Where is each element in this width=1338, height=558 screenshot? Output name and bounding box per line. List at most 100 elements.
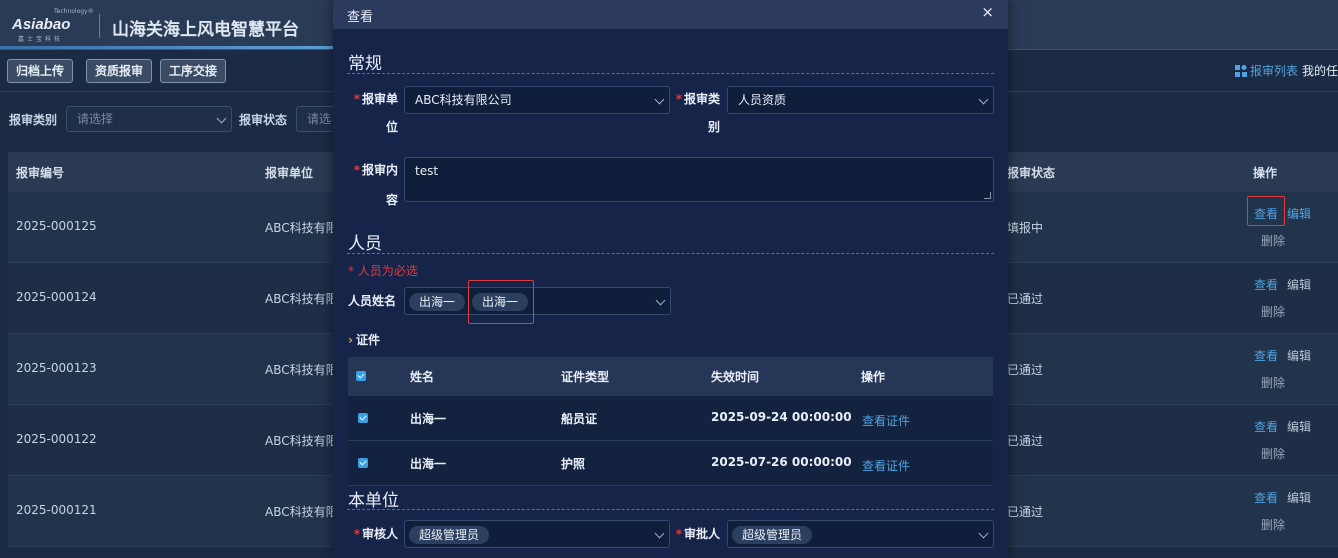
row-unit: ABC科技有限 [265, 292, 338, 306]
resize-handle-icon[interactable] [984, 192, 991, 199]
personnel-required-message: * 人员为必选 [348, 264, 418, 278]
select-all-checkbox[interactable] [356, 371, 366, 381]
row-unit: ABC科技有限 [265, 505, 338, 519]
approver-label: * 审批人 [675, 527, 720, 541]
dialog-title: 查看 [347, 10, 374, 25]
report-list-link[interactable]: 报审列表 [1250, 64, 1298, 78]
row-status: 已通过 [1007, 363, 1044, 377]
section-unit-title: 本单位 [348, 491, 399, 511]
row-id: 2025-000124 [16, 290, 97, 304]
approver-select[interactable]: 超级管理员 [727, 520, 994, 548]
category-filter-placeholder: 请选择 [77, 112, 114, 126]
chevron-down-icon [978, 528, 989, 539]
delete-button[interactable]: 删除 [1261, 516, 1285, 533]
report-unit-label-wrap: 位 [385, 120, 398, 134]
row-id: 2025-000125 [16, 219, 97, 233]
row-unit: ABC科技有限 [265, 363, 338, 377]
row-unit: ABC科技有限 [265, 221, 338, 235]
highlight-box [1247, 196, 1285, 226]
row-unit: ABC科技有限 [265, 434, 338, 448]
edit-button[interactable]: 编辑 [1287, 205, 1311, 222]
approver-tag[interactable]: 超级管理员 [732, 526, 813, 544]
logo-divider [99, 14, 100, 38]
logo-text: Asiabao [12, 16, 71, 33]
edit-button[interactable]: 编辑 [1287, 347, 1311, 364]
report-content-textarea[interactable]: test [404, 157, 994, 202]
my-tasks-link[interactable]: 我的任 [1302, 64, 1338, 78]
archive-upload-button[interactable]: 归档上传 [7, 59, 74, 83]
report-content-value: test [415, 164, 439, 178]
report-unit-value: ABC科技有限公司 [415, 93, 512, 107]
report-category-label-wrap: 别 [707, 120, 720, 134]
reviewer-tag[interactable]: 超级管理员 [409, 526, 490, 544]
reviewer-label: * 审核人 [353, 527, 398, 541]
delete-button[interactable]: 删除 [1261, 232, 1285, 249]
personnel-name-label: 人员姓名 [348, 294, 397, 308]
view-certificate-link[interactable]: 查看证件 [862, 412, 910, 429]
highlight-box [468, 280, 534, 324]
view-certificate-link[interactable]: 查看证件 [862, 457, 910, 474]
report-content-label: * 报审内 [353, 163, 398, 177]
row-checkbox[interactable] [358, 413, 368, 423]
chevron-down-icon [654, 94, 665, 105]
personnel-multiselect[interactable]: 出海一 出海一 [404, 287, 671, 315]
chevron-down-icon [216, 113, 227, 124]
app-title: 山海关海上风电智慧平台 [112, 20, 299, 40]
row-status: 填报中 [1007, 221, 1044, 235]
view-button[interactable]: 查看 [1254, 276, 1278, 293]
header-report-status: 报审状态 [1007, 166, 1056, 180]
edit-button[interactable]: 编辑 [1287, 418, 1311, 435]
cert-name: 出海一 [410, 412, 447, 426]
edit-button[interactable]: 编辑 [1287, 276, 1311, 293]
section-personnel-title: 人员 [348, 234, 382, 254]
section-divider [347, 509, 994, 510]
qualification-report-button[interactable]: 资质报审 [86, 59, 153, 83]
report-category-select[interactable]: 人员资质 [727, 86, 994, 114]
header-cert-actions: 操作 [861, 370, 886, 384]
logo-subtext: 嘉士宝科技 [18, 36, 64, 43]
row-id: 2025-000123 [16, 361, 97, 375]
cert-type: 护照 [561, 457, 586, 471]
status-filter-placeholder: 请选 [307, 112, 332, 126]
dialog-header: 查看 × [333, 0, 1008, 29]
view-button[interactable]: 查看 [1254, 347, 1278, 364]
cert-type: 船员证 [561, 412, 598, 426]
row-status: 已通过 [1007, 505, 1044, 519]
row-id: 2025-000121 [16, 503, 97, 517]
section-divider [347, 73, 994, 74]
view-button[interactable]: 查看 [1254, 418, 1278, 435]
section-general-title: 常规 [348, 54, 382, 74]
company-logo: Technology® Asiabao 嘉士宝科技 [10, 8, 94, 43]
chevron-down-icon [654, 528, 665, 539]
process-handover-button[interactable]: 工序交接 [160, 59, 227, 83]
header-actions: 操作 [1253, 166, 1278, 180]
header-expiry: 失效时间 [711, 370, 760, 384]
status-filter-label: 报审状态 [239, 113, 288, 127]
report-content-label-wrap: 容 [385, 193, 398, 207]
topbar-accent-line [0, 46, 340, 49]
cert-expiry: 2025-09-24 00:00:00 [711, 410, 852, 424]
report-category-value: 人员资质 [738, 93, 787, 107]
row-checkbox[interactable] [358, 458, 368, 468]
certificate-table-header: 姓名 证件类型 失效时间 操作 [348, 357, 993, 396]
header-report-unit: 报审单位 [265, 166, 314, 180]
edit-button[interactable]: 编辑 [1287, 489, 1311, 506]
report-unit-label: * 报审单 [353, 92, 398, 106]
view-button[interactable]: 查看 [1254, 489, 1278, 506]
report-category-label: * 报审类 [675, 92, 720, 106]
view-dialog: 查看 × 常规 * 报审单 位 ABC科技有限公司 * 报审类 别 人员资质 * 报审… [333, 0, 1008, 558]
category-filter-label: 报审类别 [9, 113, 58, 127]
table-row: 出海一 护照 2025-07-26 00:00:00 查看证件 [348, 441, 993, 486]
row-status: 已通过 [1007, 434, 1044, 448]
delete-button[interactable]: 删除 [1261, 445, 1285, 462]
logo-tech-text: Technology® [54, 8, 94, 15]
report-unit-select[interactable]: ABC科技有限公司 [404, 86, 670, 114]
delete-button[interactable]: 删除 [1261, 303, 1285, 320]
close-icon[interactable]: × [981, 3, 994, 21]
cert-expiry: 2025-07-26 00:00:00 [711, 455, 852, 469]
category-filter-select[interactable]: 请选择 [66, 106, 232, 132]
personnel-tag[interactable]: 出海一 [409, 293, 466, 311]
delete-button[interactable]: 删除 [1261, 374, 1285, 391]
chevron-right-icon: › [348, 333, 353, 347]
reviewer-select[interactable]: 超级管理员 [404, 520, 670, 548]
